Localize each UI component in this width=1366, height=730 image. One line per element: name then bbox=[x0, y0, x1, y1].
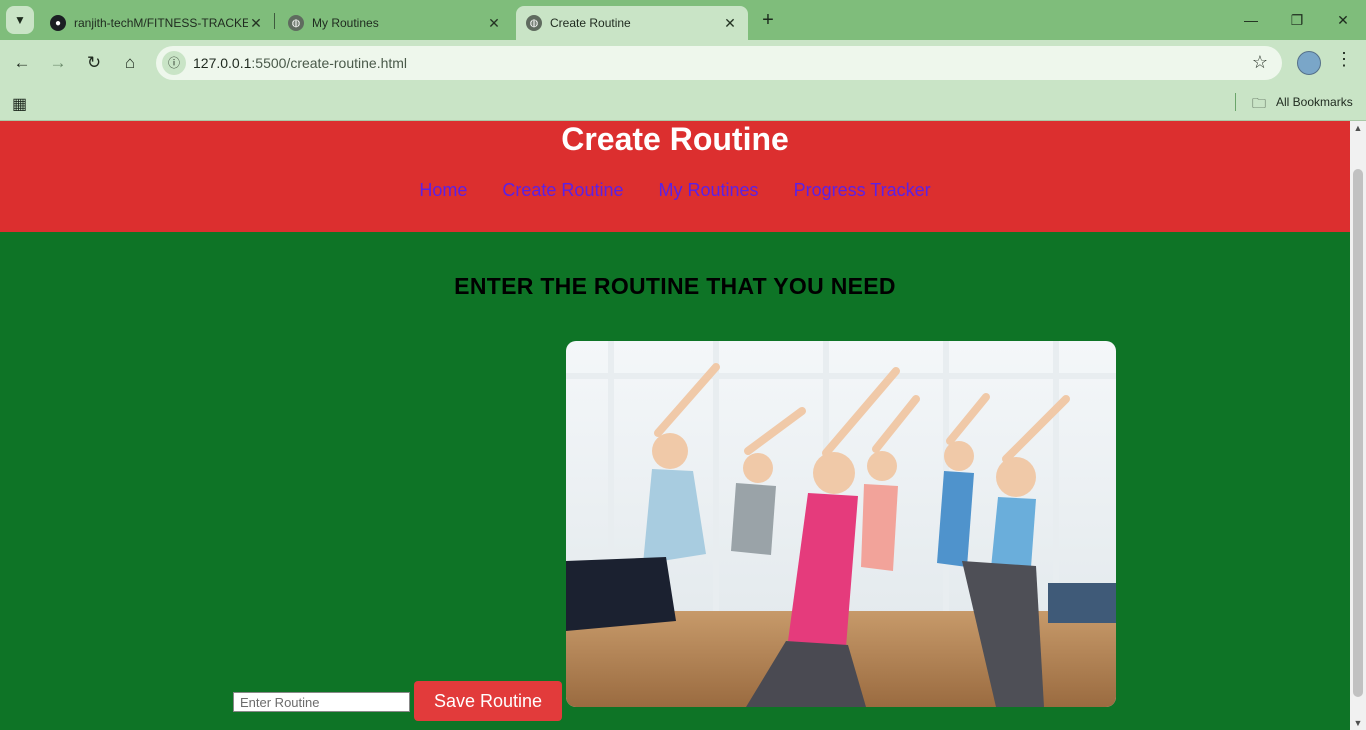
tab-title: ranjith-techM/FITNESS-TRACKE bbox=[74, 16, 248, 30]
menu-kebab-icon[interactable]: ⋮ bbox=[1334, 49, 1354, 75]
browser-toolbar: ← → ↻ ⌂ ⓘ 127.0.0.1:5500/create-routine.… bbox=[0, 40, 1366, 86]
restore-icon[interactable]: ❐ bbox=[1274, 0, 1320, 40]
minimize-icon[interactable]: — bbox=[1228, 0, 1274, 40]
all-bookmarks-link[interactable]: All Bookmarks bbox=[1276, 95, 1353, 109]
scrollbar-thumb[interactable] bbox=[1353, 169, 1363, 697]
url-text[interactable]: 127.0.0.1:5500/create-routine.html bbox=[193, 55, 407, 71]
close-window-icon[interactable]: ✕ bbox=[1320, 0, 1366, 40]
close-tab-icon[interactable]: ✕ bbox=[722, 15, 738, 32]
url-path: :5500/create-routine.html bbox=[251, 55, 408, 71]
globe-icon: ◍ bbox=[526, 15, 542, 31]
tab-title: Create Routine bbox=[550, 16, 631, 30]
fitness-class-image bbox=[566, 341, 1116, 707]
page-viewport: Create Routine Home Create Routine My Ro… bbox=[0, 121, 1350, 730]
folder-icon[interactable]: 🗀 bbox=[1252, 93, 1266, 117]
bookmarks-bar: ▦ 🗀 All Bookmarks bbox=[0, 86, 1366, 121]
nav-link-my-routines[interactable]: My Routines bbox=[659, 180, 759, 200]
back-arrow-icon[interactable]: ← bbox=[8, 49, 36, 77]
browser-tab-strip: ▼ ● ranjith-techM/FITNESS-TRACKE ✕ ◍ My … bbox=[0, 0, 1366, 40]
profile-avatar[interactable] bbox=[1297, 51, 1321, 75]
page-title: Create Routine bbox=[561, 121, 789, 157]
save-routine-button[interactable]: Save Routine bbox=[414, 681, 562, 721]
scroll-up-arrow-icon[interactable]: ▲ bbox=[1350, 123, 1366, 133]
apps-grid-icon[interactable]: ▦ bbox=[12, 94, 27, 114]
nav-link-create-routine[interactable]: Create Routine bbox=[502, 180, 623, 200]
site-info-icon[interactable]: ⓘ bbox=[162, 51, 186, 75]
reload-icon[interactable]: ↻ bbox=[80, 49, 108, 77]
address-bar[interactable]: ⓘ 127.0.0.1:5500/create-routine.html ☆ bbox=[156, 46, 1282, 80]
forward-arrow-icon[interactable]: → bbox=[44, 49, 72, 77]
nav-link-home[interactable]: Home bbox=[419, 180, 467, 200]
tab-github[interactable]: ● ranjith-techM/FITNESS-TRACKE ✕ bbox=[40, 6, 274, 40]
scroll-down-arrow-icon[interactable]: ▼ bbox=[1350, 718, 1366, 728]
page-scrollbar[interactable]: ▲ ▼ bbox=[1350, 121, 1366, 730]
close-tab-icon[interactable]: ✕ bbox=[486, 15, 502, 32]
tab-search-button[interactable]: ▼ bbox=[6, 6, 34, 34]
globe-icon: ◍ bbox=[288, 15, 304, 31]
tab-create-routine[interactable]: ◍ Create Routine ✕ bbox=[516, 6, 748, 40]
bookmark-star-icon[interactable]: ☆ bbox=[1252, 52, 1268, 73]
home-icon[interactable]: ⌂ bbox=[116, 49, 144, 77]
close-tab-icon[interactable]: ✕ bbox=[248, 15, 264, 32]
nav-link-progress-tracker[interactable]: Progress Tracker bbox=[794, 180, 931, 200]
section-heading: ENTER THE ROUTINE THAT YOU NEED bbox=[454, 273, 896, 299]
site-nav: Home Create Routine My Routines Progress… bbox=[0, 180, 1350, 201]
github-icon: ● bbox=[50, 15, 66, 31]
bookmarks-divider bbox=[1235, 93, 1236, 111]
routine-input[interactable] bbox=[233, 692, 410, 712]
tab-divider bbox=[274, 13, 275, 29]
url-host: 127.0.0.1 bbox=[193, 55, 252, 71]
tab-title: My Routines bbox=[312, 16, 379, 30]
new-tab-icon[interactable]: + bbox=[756, 8, 780, 32]
site-header: Create Routine Home Create Routine My Ro… bbox=[0, 121, 1350, 232]
tab-my-routines[interactable]: ◍ My Routines ✕ bbox=[278, 6, 512, 40]
